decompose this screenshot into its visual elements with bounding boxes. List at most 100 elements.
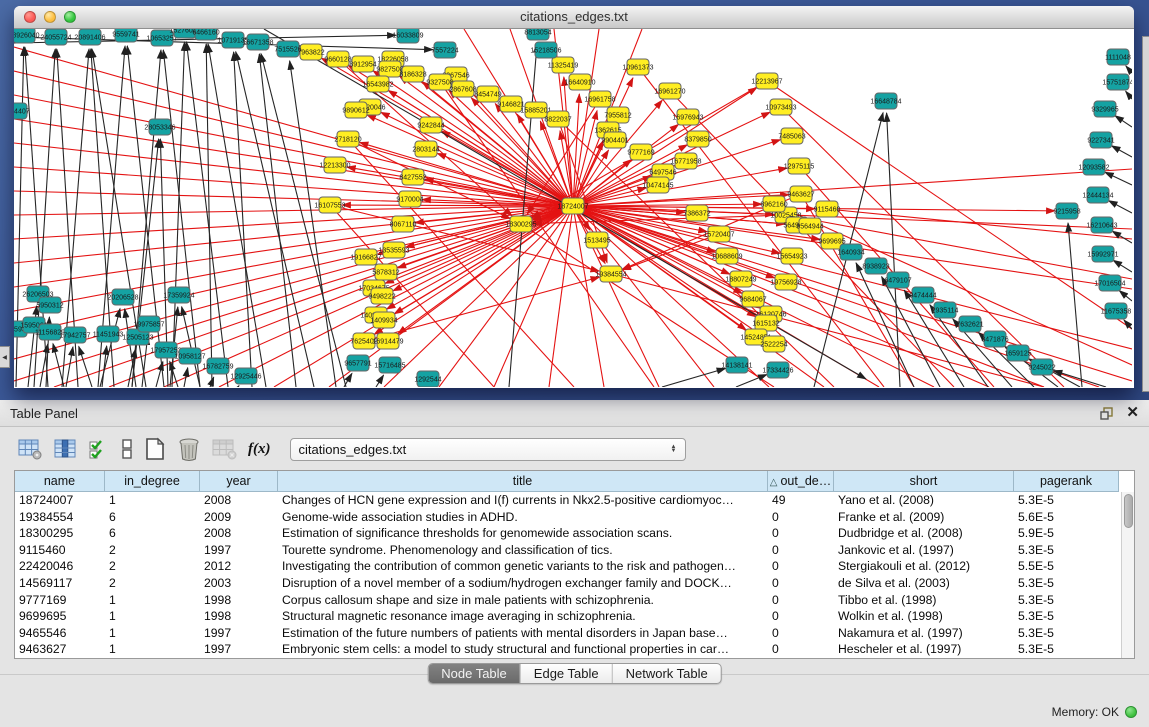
graph-node[interactable]: 9777169 bbox=[627, 144, 654, 160]
graph-node[interactable]: 8938923 bbox=[862, 258, 889, 274]
graph-node[interactable]: 9904401 bbox=[601, 132, 628, 148]
graph-node[interactable]: 18300295 bbox=[505, 216, 536, 232]
docked-panel-edge[interactable] bbox=[1142, 36, 1149, 392]
graph-node[interactable]: 19756928 bbox=[770, 274, 801, 290]
panel-collapse-handle[interactable]: ◀ bbox=[0, 346, 10, 368]
graph-node[interactable]: 28053346 bbox=[144, 119, 175, 135]
graph-node[interactable]: 8186328 bbox=[399, 66, 426, 82]
graph-node[interactable]: 9242844 bbox=[417, 117, 444, 133]
graph-node[interactable]: 9474444 bbox=[909, 287, 936, 303]
graph-node[interactable]: 9115460 bbox=[814, 201, 841, 217]
graph-node[interactable]: 8813054 bbox=[524, 29, 551, 40]
table-row[interactable]: 2242004622012Investigating the contribut… bbox=[15, 558, 1134, 575]
close-panel-icon[interactable]: ✕ bbox=[1126, 406, 1139, 420]
graph-node[interactable]: 7386372 bbox=[683, 205, 710, 221]
graph-node[interactable]: 9245022 bbox=[1028, 359, 1055, 375]
graph-node[interactable]: 2867608 bbox=[449, 81, 476, 97]
graph-node[interactable]: 8962160 bbox=[760, 196, 787, 212]
column-header-name[interactable]: name bbox=[15, 471, 105, 492]
graph-node[interactable]: 10958127 bbox=[174, 348, 205, 364]
graph-node[interactable]: 9498222 bbox=[368, 288, 395, 304]
graph-node[interactable]: 6466160 bbox=[192, 29, 219, 40]
tab-network-table[interactable]: Network Table bbox=[612, 664, 721, 683]
graph-node[interactable]: 12925446 bbox=[230, 368, 261, 384]
graph-node[interactable]: 5878312 bbox=[372, 264, 399, 280]
graph-node[interactable]: 2935114 bbox=[932, 302, 959, 318]
graph-node[interactable]: 16648784 bbox=[870, 93, 901, 109]
graph-node[interactable]: 16107553 bbox=[314, 197, 345, 213]
show-columns-icon[interactable] bbox=[54, 436, 77, 462]
graph-node[interactable]: 8379850 bbox=[684, 131, 711, 147]
column-header-in_degree[interactable]: in_degree bbox=[105, 471, 200, 492]
graph-node[interactable]: 15716485 bbox=[374, 357, 405, 373]
graph-node[interactable]: 8912954 bbox=[349, 56, 376, 72]
function-builder-icon[interactable]: f(x) bbox=[248, 436, 271, 462]
graph-node[interactable]: 12093582 bbox=[1078, 159, 1109, 175]
graph-node[interactable]: 9657791 bbox=[344, 355, 371, 371]
column-header-short[interactable]: short bbox=[834, 471, 1014, 492]
delete-table-icon[interactable] bbox=[177, 436, 201, 462]
column-header-year[interactable]: year bbox=[200, 471, 278, 492]
graph-node[interactable]: 18926040 bbox=[14, 29, 40, 43]
graph-node[interactable]: 16782759 bbox=[202, 358, 233, 374]
close-window-button[interactable] bbox=[24, 11, 36, 23]
graph-node[interactable]: 5950312 bbox=[36, 297, 63, 313]
graph-node[interactable]: 2718120 bbox=[334, 131, 361, 147]
graph-node[interactable]: 8067110 bbox=[390, 216, 417, 232]
tab-edge-table[interactable]: Edge Table bbox=[520, 664, 612, 683]
table-row[interactable]: 1830029562008Estimation of significance … bbox=[15, 525, 1134, 542]
table-scrollbar-thumb[interactable] bbox=[1124, 494, 1133, 528]
graph-node[interactable]: 8822037 bbox=[544, 111, 571, 127]
table-row[interactable]: 946554611997Estimation of the future num… bbox=[15, 625, 1134, 642]
graph-node[interactable]: 9890612 bbox=[342, 102, 369, 118]
new-table-icon[interactable] bbox=[144, 436, 166, 462]
graph-node[interactable]: 16961758 bbox=[584, 91, 615, 107]
graph-node[interactable]: 15654923 bbox=[776, 248, 807, 264]
graph-node[interactable]: 1659125 bbox=[1004, 345, 1031, 361]
table-selector-dropdown[interactable]: citations_edges.txt ▲▼ bbox=[290, 438, 686, 461]
graph-node[interactable]: 16640910 bbox=[564, 74, 595, 90]
graph-node[interactable]: 14138141 bbox=[721, 357, 752, 373]
graph-node[interactable]: 1640934 bbox=[837, 244, 864, 260]
table-row[interactable]: 946362711997Embryonic stem cells: a mode… bbox=[15, 641, 1134, 658]
graph-node[interactable]: 11675358 bbox=[1101, 303, 1132, 319]
window-titlebar[interactable]: citations_edges.txt bbox=[14, 6, 1134, 29]
graph-node[interactable]: 1513495 bbox=[583, 232, 610, 248]
graph-node[interactable]: 16543982 bbox=[362, 76, 393, 92]
graph-node[interactable]: 8454749 bbox=[474, 86, 501, 102]
graph-node[interactable]: 7515526 bbox=[274, 41, 301, 57]
table-scrollbar[interactable] bbox=[1121, 492, 1134, 658]
graph-node[interactable]: 1111048 bbox=[1105, 49, 1131, 65]
table-settings-icon[interactable] bbox=[18, 436, 43, 462]
graph-node[interactable]: 10973493 bbox=[765, 99, 796, 115]
column-header-title[interactable]: title bbox=[278, 471, 768, 492]
graph-node[interactable]: 17359924 bbox=[163, 287, 194, 303]
graph-node[interactable]: 19384554 bbox=[595, 266, 626, 282]
graph-node[interactable]: 18807249 bbox=[725, 271, 756, 287]
graph-node[interactable]: 9215958 bbox=[1053, 203, 1080, 219]
graph-node[interactable]: 24055724 bbox=[40, 29, 71, 45]
tab-node-table[interactable]: Node Table bbox=[428, 664, 520, 683]
graph-node[interactable]: 9660128 bbox=[324, 51, 351, 67]
minimize-window-button[interactable] bbox=[44, 11, 56, 23]
row-height-icon[interactable] bbox=[121, 436, 133, 462]
graph-node[interactable]: 16976943 bbox=[672, 109, 703, 125]
graph-node[interactable]: 8427552 bbox=[399, 169, 426, 185]
graph-node[interactable]: 9559741 bbox=[112, 29, 139, 42]
column-header-pagerank[interactable]: pagerank bbox=[1014, 471, 1119, 492]
graph-node[interactable]: 12213967 bbox=[751, 73, 782, 89]
graph-node[interactable]: 1944407 bbox=[14, 103, 30, 119]
graph-node[interactable]: 12975115 bbox=[784, 158, 815, 174]
graph-node[interactable]: 7557224 bbox=[431, 42, 458, 58]
graph-node[interactable]: 20206528 bbox=[107, 289, 138, 305]
graph-node[interactable]: 15992971 bbox=[1087, 246, 1118, 262]
graph-node[interactable]: 9684067 bbox=[739, 291, 766, 307]
graph-node[interactable]: 15218506 bbox=[530, 42, 561, 58]
graph-node[interactable]: 9170004 bbox=[396, 191, 423, 207]
table-row[interactable]: 977716911998Corpus callosum shape and si… bbox=[15, 592, 1134, 609]
graph-node[interactable]: 17016504 bbox=[1094, 275, 1125, 291]
memory-status-indicator[interactable] bbox=[1125, 706, 1137, 718]
graph-node[interactable]: 12213300 bbox=[319, 157, 350, 173]
graph-node[interactable]: 16671358 bbox=[242, 34, 273, 50]
column-header-out_de[interactable]: △out_de… bbox=[768, 471, 834, 492]
